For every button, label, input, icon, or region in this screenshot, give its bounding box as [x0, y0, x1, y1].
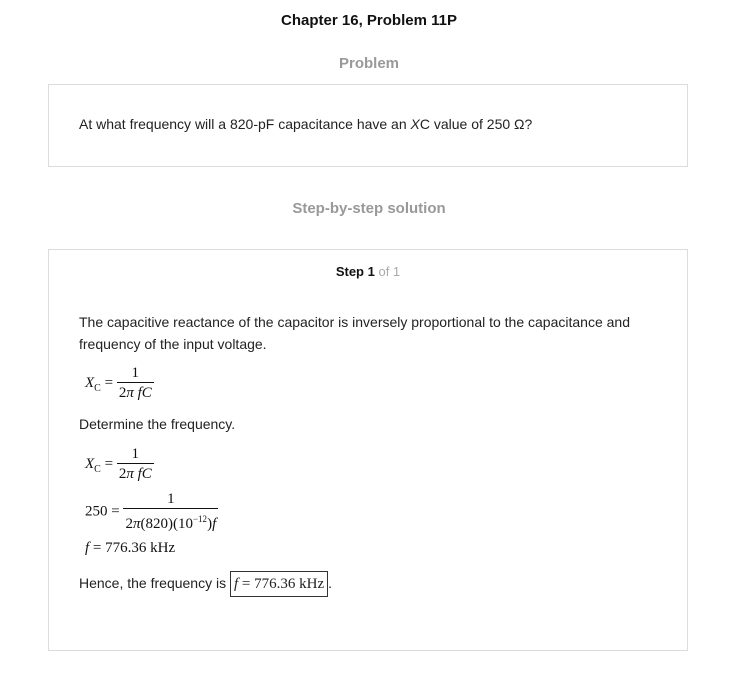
reactance-formula-repeat: XC = 1 2π fC: [85, 446, 154, 482]
solution-box: Step 1 of 1 The capacitive reactance of …: [48, 249, 688, 651]
conclusion-text: Hence, the frequency is f = 776.36 kHz.: [79, 571, 659, 597]
solution-heading: Step-by-step solution: [292, 200, 446, 217]
reactance-formula: XC = 1 2π fC: [85, 365, 154, 401]
chapter-title: Chapter 16, Problem 11P: [281, 12, 457, 29]
step-count: of 1: [378, 264, 401, 279]
problem-heading: Problem: [338, 55, 399, 72]
problem-box: At what frequency will a 820-pF capacita…: [48, 84, 688, 167]
substituted-equation: 250 = 1 2π(820)(10−12)f: [85, 491, 219, 532]
step-label: Step 1 of 1: [335, 264, 401, 279]
determine-text: Determine the frequency.: [79, 416, 236, 432]
result-equation: f = 776.36 kHz: [85, 540, 176, 556]
problem-text: At what frequency will a 820-pF capacita…: [79, 116, 533, 132]
intro-text: The capacitive reactance of the capacito…: [79, 314, 630, 352]
answer-box: f = 776.36 kHz: [229, 571, 329, 597]
